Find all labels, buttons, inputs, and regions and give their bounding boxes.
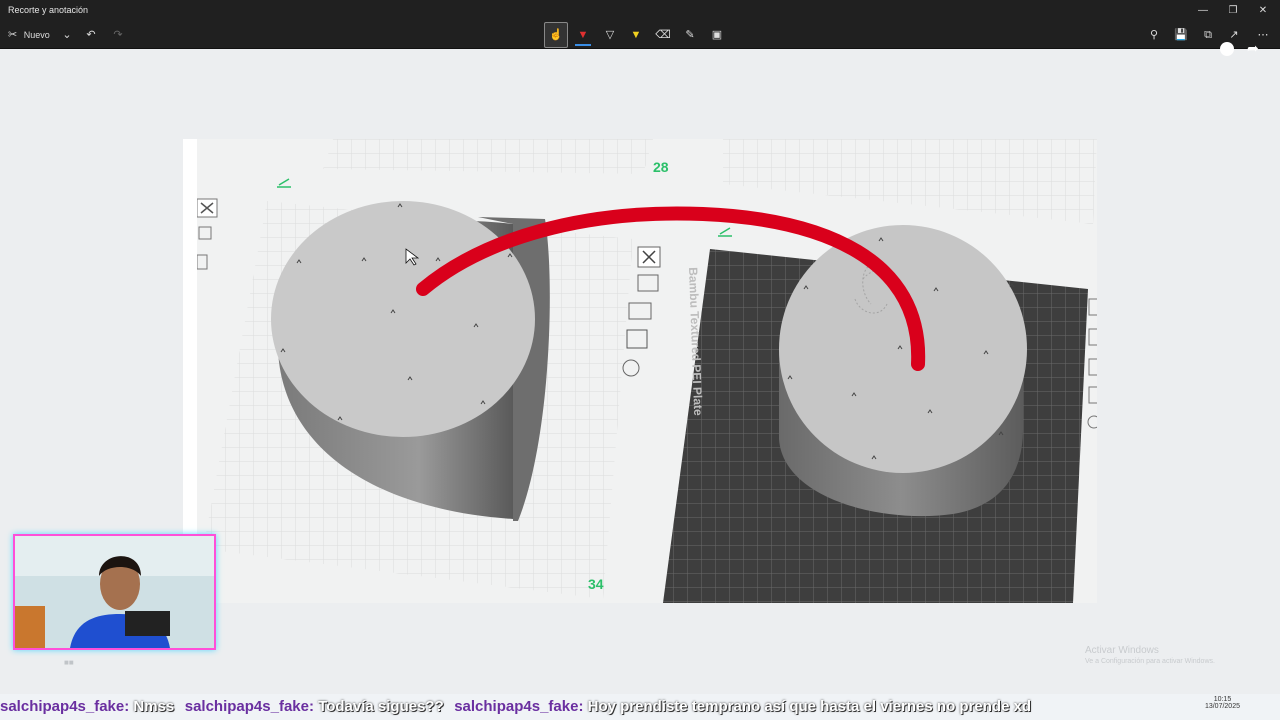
active-tool-indicator	[575, 44, 591, 46]
minimize-icon[interactable]: —	[1192, 3, 1214, 19]
tray-time: 10:15	[1213, 696, 1232, 703]
undo-icon[interactable]: ↶	[80, 26, 102, 44]
chat-text: Nmss	[133, 698, 175, 715]
object-toolbar-left	[196, 198, 218, 270]
toolbar: ✂ Nuevo ⌄ ↶ ↷ ☝ ▼ ▽ ▼ ⌫ ✎ ▣ ⚲ 💾 ⧉ ↗ ⋯	[0, 22, 1280, 49]
plate-top-left	[323, 139, 653, 174]
activate-title: Activar Windows	[1085, 645, 1159, 656]
plate-number-bottom: 34	[588, 576, 604, 592]
green-edit-icon	[718, 227, 732, 237]
redo-icon[interactable]: ↷	[107, 26, 129, 44]
ballpoint-pen-icon[interactable]: ▼	[572, 26, 594, 44]
app-title: Recorte y anotación	[8, 5, 89, 15]
copy-icon[interactable]: ⧉	[1197, 26, 1219, 44]
highlighter-icon[interactable]: ▼	[625, 26, 647, 44]
touch-writing-icon[interactable]: ☝	[544, 22, 568, 48]
chat-message: salchipap4s_fake: Hoy prendiste temprano…	[454, 694, 1031, 720]
save-icon[interactable]: 💾	[1170, 26, 1192, 44]
plate-number-top: 28	[653, 159, 669, 175]
chevron-down-icon[interactable]: ⌄	[56, 26, 78, 44]
chat-text: Todavía sigues??	[318, 698, 444, 715]
new-label: Nuevo	[23, 30, 50, 40]
chat-text: Hoy prendiste temprano así que hasta el …	[587, 698, 1032, 715]
chat-username: salchipap4s_fake:	[454, 698, 584, 715]
eraser-icon[interactable]: ⌫	[652, 26, 674, 44]
maximize-icon[interactable]: ❐	[1222, 3, 1244, 19]
ruler-icon[interactable]: ✎	[679, 26, 701, 44]
activate-subtitle: Ve a Configuración para activar Windows.	[1085, 658, 1215, 665]
close-icon[interactable]: ✕	[1252, 3, 1274, 19]
chat-username: salchipap4s_fake:	[0, 698, 130, 715]
tray-clock: 10:15 13/07/2025	[1205, 696, 1240, 710]
streamer-image	[15, 536, 214, 648]
chat-username: salchipap4s_fake:	[184, 698, 314, 715]
tray-date: 13/07/2025	[1204, 703, 1240, 710]
crop-icon[interactable]: ▣	[706, 26, 728, 44]
plate-top-right	[723, 139, 1097, 224]
left-model-top	[271, 201, 535, 437]
chat-message: salchipap4s_fake: Nmss	[0, 694, 174, 720]
object-toolbar-right	[1087, 298, 1097, 429]
right-model-top	[779, 225, 1027, 473]
webcam-overlay	[13, 534, 216, 650]
snip-canvas[interactable]: 28 34 Bambu Textured PEI Plate	[183, 139, 1097, 603]
activation-watermark: Activar Windows Ve a Configuración para …	[1085, 645, 1215, 665]
green-edit-icon	[277, 178, 291, 188]
snip-icon: ✂	[8, 29, 18, 41]
slicer-scene	[196, 139, 1097, 603]
chat-message: salchipap4s_fake: Todavía sigues??	[185, 694, 444, 720]
chat-ticker: salchipap4s_fake: Nmss salchipap4s_fake:…	[0, 694, 1280, 720]
zoom-icon[interactable]: ⚲	[1143, 26, 1165, 44]
title-bar: Recorte y anotación — ❐ ✕	[0, 0, 1280, 22]
forward-arrow-icon: ➦	[1247, 40, 1259, 56]
overlay-marker: ■■	[64, 658, 74, 667]
clock-icon	[1220, 42, 1234, 56]
pencil-icon[interactable]: ▽	[599, 26, 621, 44]
